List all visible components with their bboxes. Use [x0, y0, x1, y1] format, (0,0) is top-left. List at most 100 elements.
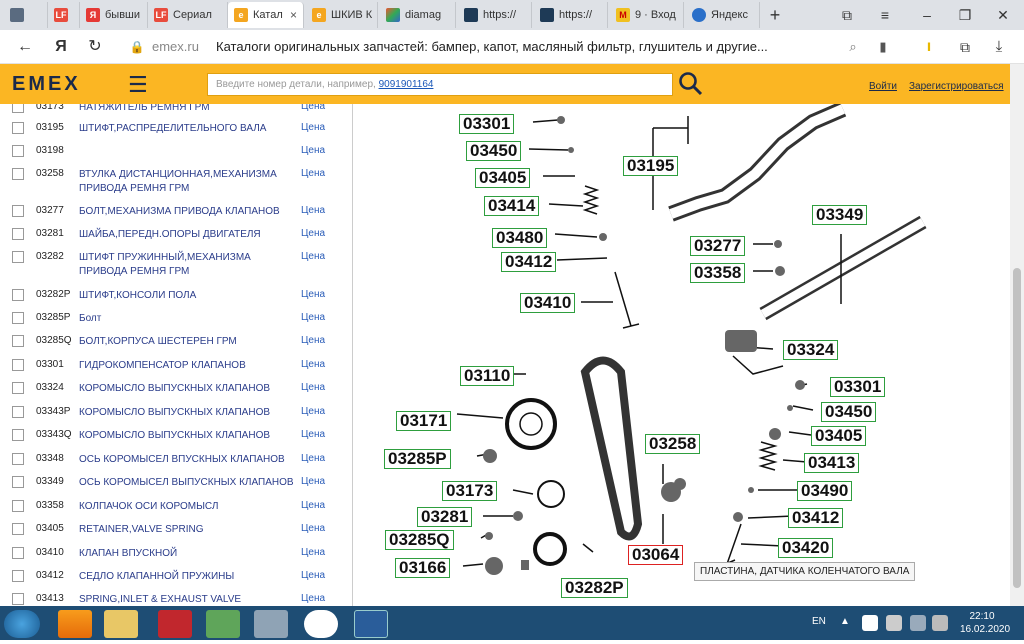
yandex-browser-icon[interactable] — [304, 610, 338, 638]
part-name[interactable]: БОЛТ,МЕХАНИЗМА ПРИВОДА КЛАПАНОВ — [79, 205, 294, 219]
part-search-input[interactable]: Введите номер детали, например, 90919011… — [207, 73, 673, 96]
price-link[interactable]: Цена — [301, 429, 325, 440]
price-link[interactable]: Цена — [301, 523, 325, 534]
part-name[interactable]: ШТИФТ,РАСПРЕДЕЛИТЕЛЬНОГО ВАЛА — [79, 122, 294, 136]
part-name[interactable]: SPRING,INLET & EXHAUST VALVE — [79, 593, 294, 606]
part-checkbox[interactable] — [12, 312, 24, 324]
minimize-icon[interactable]: – — [916, 4, 938, 26]
yandex-logo-icon[interactable]: Я — [50, 36, 72, 58]
download-icon[interactable]: ⤓ — [988, 36, 1010, 58]
language-indicator[interactable]: EN — [812, 616, 826, 627]
part-name[interactable]: ОСЬ КОРОМЫСЕЛ ВЫПУСКНЫХ КЛАПАНОВ — [79, 476, 294, 490]
part-checkbox[interactable] — [12, 122, 24, 134]
tray-flag-icon[interactable] — [886, 615, 902, 631]
tab-yandex[interactable]: Я бывши — [80, 2, 148, 28]
part-checkbox[interactable] — [12, 359, 24, 371]
price-link[interactable]: Цена — [301, 168, 325, 179]
diagram-label-03195[interactable]: 03195 — [623, 156, 679, 176]
tab-https-2[interactable]: https:// — [534, 2, 608, 28]
price-link[interactable]: Цена — [301, 312, 325, 323]
part-checkbox[interactable] — [12, 500, 24, 512]
tab-window[interactable] — [4, 2, 48, 28]
price-link[interactable]: Цена — [301, 382, 325, 393]
tray-volume-icon[interactable] — [932, 615, 948, 631]
search-page-icon[interactable]: ⌕ — [842, 36, 864, 58]
diagram-label-03410[interactable]: 03410 — [520, 293, 576, 313]
price-link[interactable]: Цена — [301, 406, 325, 417]
diagram-label-03285q[interactable]: 03285Q — [385, 530, 454, 550]
diagram-label-03349[interactable]: 03349 — [812, 205, 868, 225]
part-checkbox[interactable] — [12, 382, 24, 394]
alice-icon[interactable]: ı — [918, 36, 940, 58]
bookmarks-icon[interactable]: ⧉ — [836, 4, 858, 26]
new-tab-button[interactable]: + — [764, 4, 786, 26]
tab-shkiv[interactable]: e ШКИВ К — [306, 2, 378, 28]
diagram-label-03277[interactable]: 03277 — [690, 236, 746, 256]
diagram-label-03450[interactable]: 03450 — [466, 141, 522, 161]
part-name[interactable]: Болт — [79, 312, 294, 326]
back-icon[interactable]: ← — [14, 36, 36, 58]
part-name[interactable]: ШАЙБА,ПЕРЕДН.ОПОРЫ ДВИГАТЕЛЯ — [79, 228, 294, 242]
diagram-label-03173[interactable]: 03173 — [442, 481, 498, 501]
diagram-label-03358[interactable]: 03358 — [690, 263, 746, 283]
diagram-label-03480[interactable]: 03480 — [492, 228, 548, 248]
part-name[interactable]: КОЛПАЧОК ОСИ КОРОМЫСЛ — [79, 500, 294, 514]
price-link[interactable]: Цена — [301, 104, 325, 112]
part-name[interactable]: КЛАПАН ВПУСКНОЙ — [79, 547, 294, 561]
tab-diamag[interactable]: diamag — [380, 2, 456, 28]
login-link[interactable]: Войти — [869, 81, 897, 92]
folder-icon[interactable] — [104, 610, 138, 638]
tab-https-1[interactable]: https:// — [458, 2, 532, 28]
part-name[interactable]: ШТИФТ,КОНСОЛИ ПОЛА — [79, 289, 294, 303]
part-checkbox[interactable] — [12, 406, 24, 418]
part-checkbox[interactable] — [12, 593, 24, 605]
diagram-label-03285p[interactable]: 03285P — [384, 449, 451, 469]
diagram-label-03414[interactable]: 03414 — [484, 196, 540, 216]
part-name[interactable]: КОРОМЫСЛО ВЫПУСКНЫХ КЛАПАНОВ — [79, 429, 294, 443]
diagram-label-03110[interactable]: 03110 — [460, 366, 515, 386]
bookmark-icon[interactable]: ▮ — [872, 36, 894, 58]
vlc-icon[interactable] — [58, 610, 92, 638]
price-link[interactable]: Цена — [301, 228, 325, 239]
diagram-label-03324[interactable]: 03324 — [783, 340, 839, 360]
part-name[interactable]: СЕДЛО КЛАПАННОЙ ПРУЖИНЫ — [79, 570, 294, 584]
part-name[interactable]: КОРОМЫСЛО ВЫПУСКНЫХ КЛАПАНОВ — [79, 382, 294, 396]
part-checkbox[interactable] — [12, 251, 24, 263]
tab-serial[interactable]: LF Сериал — [148, 2, 228, 28]
diagram-label-03258[interactable]: 03258 — [645, 434, 701, 454]
price-link[interactable]: Цена — [301, 547, 325, 558]
image-app-icon[interactable] — [206, 610, 240, 638]
diagram-label-03412[interactable]: 03412 — [501, 252, 557, 272]
part-checkbox[interactable] — [12, 104, 24, 113]
part-checkbox[interactable] — [12, 145, 24, 157]
emex-logo[interactable]: EMEX — [12, 73, 81, 96]
tab-lf[interactable]: LF — [48, 2, 80, 28]
extension-icon[interactable]: ⧉ — [954, 36, 976, 58]
tab-mail[interactable]: M 9 · Вход — [610, 2, 684, 28]
audio-app-icon[interactable] — [354, 610, 388, 638]
reload-icon[interactable]: ↻ — [84, 36, 106, 58]
diagram-label-03166[interactable]: 03166 — [395, 558, 451, 578]
part-name[interactable]: БОЛТ,КОРПУСА ШЕСТЕРЕН ГРМ — [79, 335, 294, 349]
url-domain[interactable]: emex.ru — [152, 39, 199, 54]
price-link[interactable]: Цена — [301, 145, 325, 156]
price-link[interactable]: Цена — [301, 359, 325, 370]
diagram-label-03490[interactable]: 03490 — [797, 481, 853, 501]
part-checkbox[interactable] — [12, 476, 24, 488]
diagram-label-03405[interactable]: 03405 — [475, 168, 531, 188]
diagram-label-03413[interactable]: 03413 — [804, 453, 860, 473]
price-link[interactable]: Цена — [301, 593, 325, 604]
part-name[interactable]: RETAINER,VALVE SPRING — [79, 523, 294, 537]
price-link[interactable]: Цена — [301, 251, 325, 262]
part-checkbox[interactable] — [12, 570, 24, 582]
part-checkbox[interactable] — [12, 523, 24, 535]
close-icon[interactable]: × — [290, 8, 297, 22]
part-name[interactable]: ГИДРОКОМПЕНСАТОР КЛАПАНОВ — [79, 359, 294, 373]
price-link[interactable]: Цена — [301, 476, 325, 487]
part-checkbox[interactable] — [12, 168, 24, 180]
price-link[interactable]: Цена — [301, 453, 325, 464]
part-checkbox[interactable] — [12, 335, 24, 347]
diagram-label-03171[interactable]: 03171 — [396, 411, 452, 431]
diagram-label-03301[interactable]: 03301 — [459, 114, 515, 134]
scrollbar-thumb[interactable] — [1013, 268, 1021, 588]
